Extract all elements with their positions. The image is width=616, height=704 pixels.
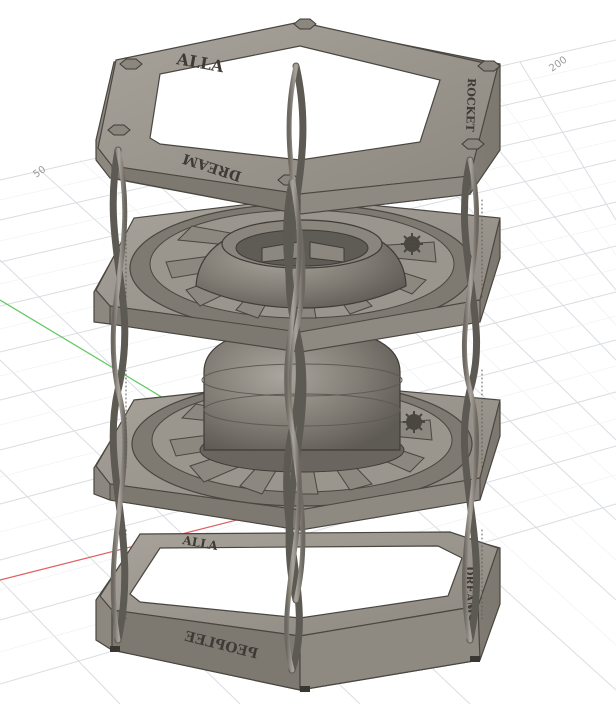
viewport-canvas[interactable]: 50 100 150 200 PEOPLEE ALLA DREAMS: [0, 0, 616, 704]
3d-viewport[interactable]: 50 100 150 200 PEOPLEE ALLA DREAMS: [0, 0, 616, 704]
ruler-label-50: 50: [31, 164, 48, 180]
gear-ornament-icon: [403, 411, 425, 433]
top-plate-right-text: ROCKET: [463, 78, 478, 133]
gear-ornament-icon: [401, 233, 423, 255]
